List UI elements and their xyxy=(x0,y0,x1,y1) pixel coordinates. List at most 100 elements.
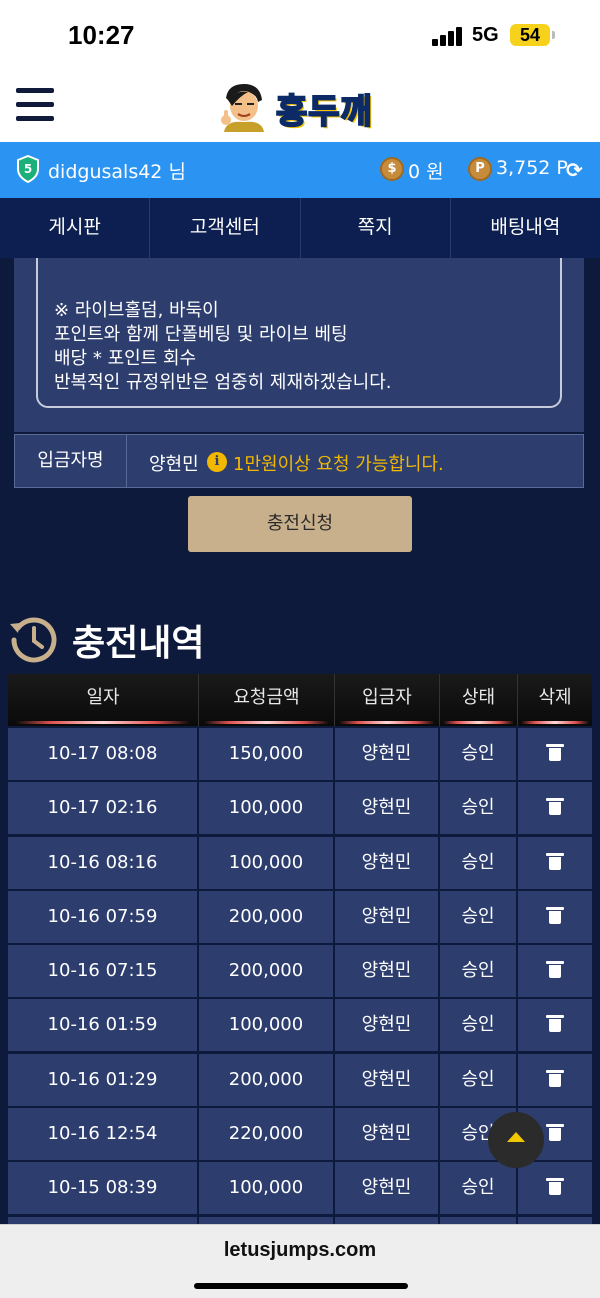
notice-panel: ※ 라이브홀덤, 바둑이 포인트와 함께 단폴베팅 및 라이브 베팅 배당 * … xyxy=(14,258,584,432)
table-row: 10-16 01:29 200,000 양현민 승인 xyxy=(8,1053,592,1106)
table-row: 10-17 02:16 100,000 양현민 승인 xyxy=(8,782,592,835)
cell-delete xyxy=(518,782,592,835)
cell-delete xyxy=(518,1162,592,1215)
signal-icon xyxy=(432,26,464,46)
history-icon xyxy=(10,617,57,663)
status-bar: 10:27 5G 54 xyxy=(0,0,600,70)
cell-status: 승인 xyxy=(440,836,518,889)
trash-icon[interactable] xyxy=(546,906,564,924)
col-depositor: 입금자 xyxy=(335,674,440,726)
cell-date: 10-16 12:54 xyxy=(8,1108,199,1161)
user-bar: 5 didgusals42 님 $ 0 원 P 3,752 P ⟳ xyxy=(0,142,600,198)
trash-icon[interactable] xyxy=(546,1069,564,1087)
depositor-hint: 1만원이상 요청 가능합니다. xyxy=(233,454,444,475)
cell-status: 승인 xyxy=(440,782,518,835)
cell-date: 10-16 01:59 xyxy=(8,999,199,1052)
browser-address-bar: letusjumps.com xyxy=(0,1224,600,1298)
main-nav: 게시판 고객센터 쪽지 배팅내역 xyxy=(0,198,600,258)
refresh-icon[interactable]: ⟳ xyxy=(566,158,583,182)
trash-icon[interactable] xyxy=(546,1123,564,1142)
trash-icon[interactable] xyxy=(546,1014,564,1033)
cell-date: 10-16 07:59 xyxy=(8,890,199,943)
mascot-icon xyxy=(221,84,264,132)
cell-depositor: 양현민 xyxy=(335,836,440,889)
cell-delete xyxy=(518,999,592,1052)
cell-date: 10-17 08:08 xyxy=(8,728,199,780)
cell-depositor: 양현민 xyxy=(335,782,440,835)
cell-amount: 200,000 xyxy=(199,890,335,943)
trash-icon[interactable] xyxy=(546,797,564,816)
nav-messages[interactable]: 쪽지 xyxy=(301,198,451,258)
charge-request-button[interactable]: 충전신청 xyxy=(188,496,412,552)
site-logo[interactable]: 홍두깨 xyxy=(218,78,388,134)
cell-status: 승인 xyxy=(440,945,518,998)
cell-date: 10-17 02:16 xyxy=(8,782,199,835)
col-amount: 요청금액 xyxy=(199,674,335,726)
table-row: 10-16 08:16 100,000 양현민 승인 xyxy=(8,836,592,889)
cell-date: 10-16 08:16 xyxy=(8,836,199,889)
notice-line: 반복적인 규정위반은 엄중히 제재하겠습니다. xyxy=(54,372,392,393)
trash-icon[interactable] xyxy=(546,852,564,870)
cell-depositor: 양현민 xyxy=(335,1053,440,1106)
cell-depositor: 양현민 xyxy=(335,1162,440,1215)
cell-status: 승인 xyxy=(440,999,518,1052)
history-table-body: 10-17 08:08 150,000 양현민 승인 10-17 02:16 1… xyxy=(8,728,592,1271)
cell-amount: 200,000 xyxy=(199,945,335,998)
nav-customer-center[interactable]: 고객센터 xyxy=(150,198,301,258)
table-row: 10-16 07:15 200,000 양현민 승인 xyxy=(8,945,592,998)
cell-depositor: 양현민 xyxy=(335,1108,440,1161)
status-time: 10:27 xyxy=(68,20,135,50)
cell-delete xyxy=(518,1053,592,1106)
nav-betting-history[interactable]: 배팅내역 xyxy=(451,198,600,258)
trash-icon[interactable] xyxy=(546,743,564,761)
cell-amount: 100,000 xyxy=(199,1162,335,1215)
col-delete: 삭제 xyxy=(518,674,592,726)
cell-amount: 150,000 xyxy=(199,728,335,780)
trash-icon[interactable] xyxy=(546,1177,564,1196)
network-type: 5G xyxy=(472,24,499,46)
info-icon: i xyxy=(207,452,227,472)
logo-text: 홍두깨 xyxy=(275,91,373,133)
home-indicator xyxy=(194,1283,408,1289)
url-field[interactable]: letusjumps.com xyxy=(0,1239,600,1262)
cell-amount: 100,000 xyxy=(199,836,335,889)
table-row: 10-16 07:59 200,000 양현민 승인 xyxy=(8,890,592,943)
cell-amount: 100,000 xyxy=(199,999,335,1052)
coin-icon: $ xyxy=(380,157,404,181)
notice-line: 배당 * 포인트 회수 xyxy=(54,348,197,369)
cell-status: 승인 xyxy=(440,890,518,943)
cell-depositor: 양현민 xyxy=(335,945,440,998)
table-row: 10-17 08:08 150,000 양현민 승인 xyxy=(8,728,592,780)
col-status: 상태 xyxy=(440,674,518,726)
trash-icon[interactable] xyxy=(546,960,564,979)
menu-icon[interactable] xyxy=(16,88,54,122)
cell-amount: 220,000 xyxy=(199,1108,335,1161)
table-row: 10-16 01:59 100,000 양현민 승인 xyxy=(8,999,592,1052)
cell-delete xyxy=(518,945,592,998)
nav-board[interactable]: 게시판 xyxy=(0,198,151,258)
scroll-to-top-button[interactable] xyxy=(488,1112,544,1168)
cell-delete xyxy=(518,890,592,943)
depositor-label: 입금자명 xyxy=(15,435,127,487)
cell-depositor: 양현민 xyxy=(335,728,440,780)
notice-box: ※ 라이브홀덤, 바둑이 포인트와 함께 단폴베팅 및 라이브 베팅 배당 * … xyxy=(36,258,562,408)
history-title: 충전내역 xyxy=(72,623,205,664)
table-row: 10-15 08:39 100,000 양현민 승인 xyxy=(8,1162,592,1215)
col-date: 일자 xyxy=(8,674,199,726)
cell-status: 승인 xyxy=(440,1162,518,1215)
depositor-row: 입금자명 양현민 i 1만원이상 요청 가능합니다. xyxy=(14,434,584,488)
notice-line: ※ 라이브홀덤, 바둑이 xyxy=(54,300,219,321)
depositor-name: 양현민 xyxy=(149,454,199,475)
battery-tip xyxy=(552,31,555,39)
cell-amount: 100,000 xyxy=(199,782,335,835)
username[interactable]: didgusals42 님 xyxy=(48,157,186,184)
cell-delete xyxy=(518,728,592,780)
cell-date: 10-15 08:39 xyxy=(8,1162,199,1215)
cell-date: 10-16 01:29 xyxy=(8,1053,199,1106)
notice-line: 포인트와 함께 단폴베팅 및 라이브 베팅 xyxy=(54,324,348,345)
cell-delete xyxy=(518,836,592,889)
svg-text:5: 5 xyxy=(24,162,32,176)
point-balance: 3,752 P xyxy=(496,157,568,179)
point-icon: P xyxy=(468,157,492,181)
cell-date: 10-16 07:15 xyxy=(8,945,199,998)
